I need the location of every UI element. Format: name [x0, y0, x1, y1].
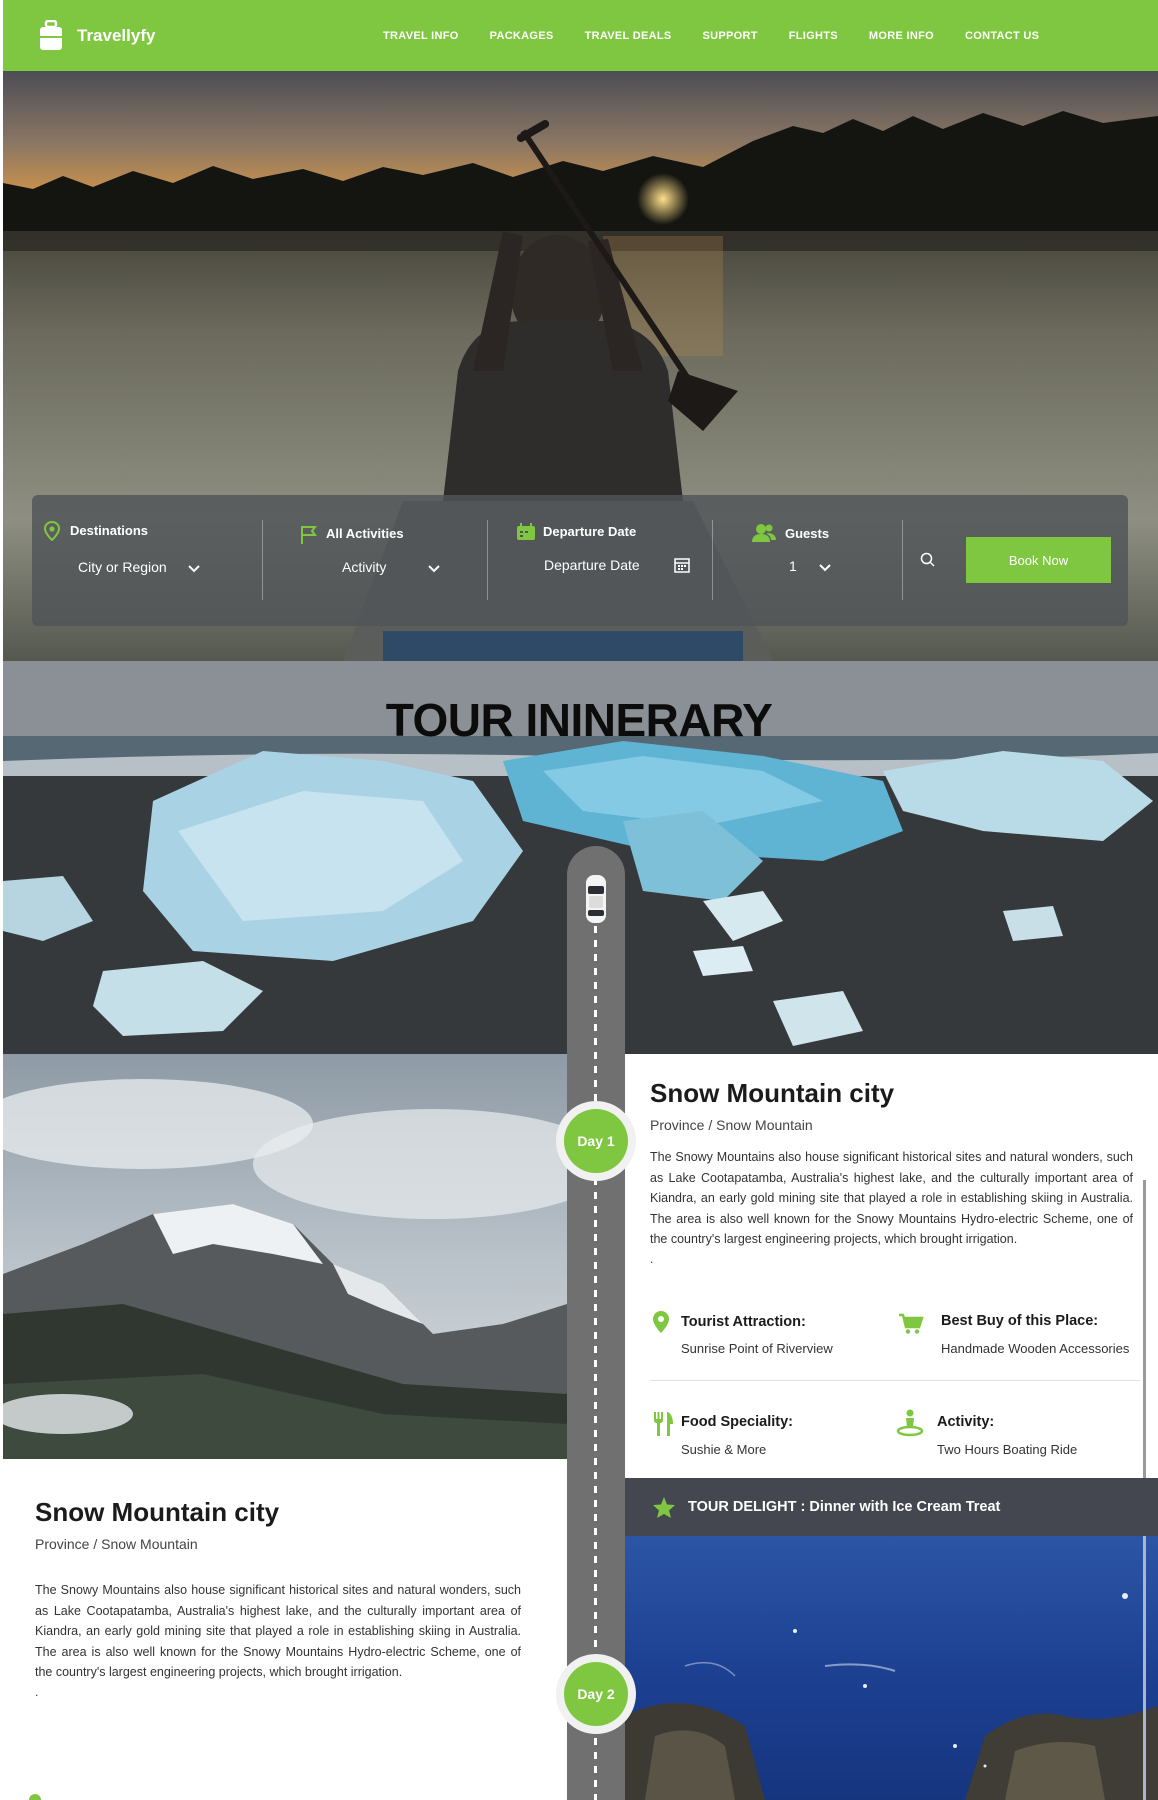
day-2-trailing-dot: .	[35, 1684, 39, 1699]
fork-knife-icon	[652, 1411, 674, 1442]
day-1-place-title: Snow Mountain city	[650, 1078, 895, 1108]
divider	[902, 520, 903, 600]
tour-delight-banner: TOUR DELIGHT : Dinner with Ice Cream Tre…	[625, 1478, 1158, 1536]
day-1-marker[interactable]: Day 1	[556, 1101, 636, 1181]
person-icon	[896, 1409, 924, 1442]
menu-item-support[interactable]: SUPPORT	[702, 30, 757, 42]
day-2-description: The Snowy Mountains also house significa…	[35, 1583, 521, 1679]
day-2-marker[interactable]: Day 2	[556, 1654, 636, 1734]
tour-delight-text: TOUR DELIGHT : Dinner with Ice Cream Tre…	[688, 1499, 1001, 1515]
day-2-details-card: Snow Mountain city Province / Snow Mount…	[3, 1459, 567, 1800]
tourist-attraction-title: Tourist Attraction:	[681, 1314, 806, 1330]
chevron-down-icon[interactable]	[187, 561, 201, 579]
guests-field[interactable]: Guests 1	[712, 495, 902, 626]
all-activities-label: All Activities	[326, 526, 404, 541]
flag-icon	[300, 525, 318, 550]
card-scrollbar[interactable]	[1143, 1536, 1146, 1800]
car-icon	[584, 874, 608, 929]
activity-value: Two Hours Boating Ride	[937, 1442, 1078, 1457]
day-2-place-title: Snow Mountain city	[35, 1497, 280, 1527]
tour-itinerary-title: TOUR ININERARY	[385, 694, 773, 746]
chevron-down-icon[interactable]	[427, 561, 441, 579]
top-navigation-bar: Travellyfy TRAVEL INFO PACKAGES TRAVEL D…	[3, 0, 1158, 71]
snow-mountain-image	[3, 1054, 567, 1459]
cart-icon	[898, 1313, 924, 1340]
departure-date-input[interactable]: Departure Date	[544, 557, 640, 573]
guests-label: Guests	[785, 526, 830, 541]
book-now-button[interactable]: Book Now	[966, 537, 1111, 583]
day-1-label: Day 1	[564, 1109, 628, 1173]
menu-item-flights[interactable]: FLIGHTS	[789, 30, 838, 42]
destinations-label: Destinations	[70, 523, 149, 538]
best-buy-value: Handmade Wooden Accessories	[941, 1341, 1130, 1356]
guests-count-value[interactable]: 1	[789, 558, 797, 574]
brand-logo[interactable]: Travellyfy	[38, 19, 156, 52]
brand-name: Travellyfy	[77, 25, 156, 45]
menu-item-packages[interactable]: PACKAGES	[490, 30, 554, 42]
day-1-place-subtitle: Province / Snow Mountain	[650, 1117, 813, 1133]
day-2-label: Day 2	[564, 1662, 628, 1726]
departure-date-field[interactable]: Departure Date Departure Date	[487, 495, 712, 626]
search-icon[interactable]	[920, 552, 936, 573]
departure-date-label: Departure Date	[543, 524, 637, 539]
activity-title: Activity:	[937, 1414, 995, 1430]
menu-item-contact-us[interactable]: CONTACT US	[965, 30, 1039, 42]
booking-search-bar: Destinations City or Region All Activiti…	[32, 495, 1128, 626]
menu-item-travel-info[interactable]: TRAVEL INFO	[383, 30, 459, 42]
users-icon	[752, 523, 776, 548]
star-icon	[652, 1496, 676, 1519]
card-scrollbar[interactable]	[1143, 1180, 1146, 1480]
suitcase-icon	[38, 19, 64, 52]
day-1-description: The Snowy Mountains also house significa…	[650, 1150, 1133, 1246]
menu-item-more-info[interactable]: MORE INFO	[869, 30, 934, 42]
activity-field[interactable]: All Activities Activity	[262, 495, 487, 626]
activity-select-value[interactable]: Activity	[342, 559, 386, 575]
coastal-sea-image	[625, 1536, 1158, 1800]
day-1-trailing-dot: .	[650, 1251, 654, 1266]
location-pin-icon	[43, 520, 61, 546]
itinerary-road-timeline: Day 1 Day 2	[556, 846, 636, 1800]
food-speciality-value: Sushie & More	[681, 1442, 767, 1457]
destination-select-value[interactable]: City or Region	[78, 559, 167, 575]
best-buy-title: Best Buy of this Place:	[941, 1313, 1099, 1329]
tourist-attraction-value: Sunrise Point of Riverview	[681, 1341, 833, 1356]
location-pin-icon	[29, 1794, 41, 1800]
day-2-place-subtitle: Province / Snow Mountain	[35, 1536, 198, 1552]
chevron-down-icon[interactable]	[818, 560, 832, 578]
features-divider	[650, 1380, 1140, 1381]
calendar-icon	[516, 523, 536, 546]
menu-item-travel-deals[interactable]: TRAVEL DEALS	[585, 30, 672, 42]
location-pin-icon	[652, 1310, 670, 1339]
destination-field[interactable]: Destinations City or Region	[32, 495, 262, 626]
main-menu: TRAVEL INFO PACKAGES TRAVEL DEALS SUPPOR…	[383, 0, 1070, 71]
food-speciality-title: Food Speciality:	[681, 1414, 793, 1430]
calendar-picker-icon[interactable]	[674, 557, 690, 578]
